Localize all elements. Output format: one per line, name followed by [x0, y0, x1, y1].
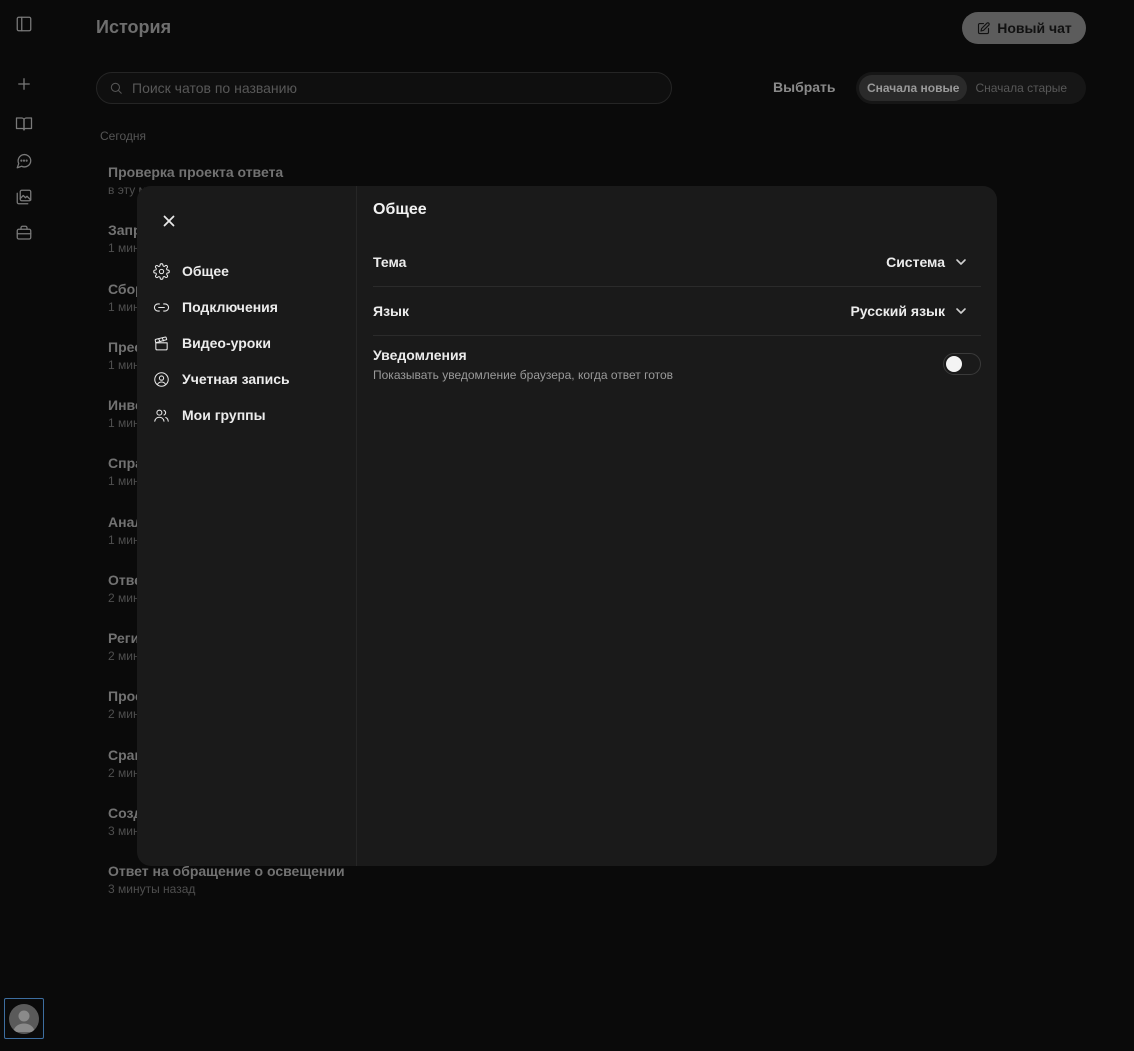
- history-item[interactable]: Ответ на обращение о освещении 3 минуты н…: [108, 863, 508, 896]
- gear-icon: [153, 262, 170, 280]
- select-button[interactable]: Выбрать: [773, 79, 836, 95]
- settings-nav-groups[interactable]: Мои группы: [153, 403, 266, 427]
- notifications-label: Уведомления: [373, 346, 467, 363]
- user-circle-icon: [154, 371, 169, 387]
- side-rail: [0, 0, 48, 1051]
- settings-nav-video-lessons[interactable]: Видео-уроки: [153, 331, 271, 355]
- section-label-today: Сегодня: [100, 129, 146, 143]
- page-title: История: [96, 17, 172, 37]
- settings-nav-label: Мои группы: [182, 407, 266, 423]
- divider: [373, 335, 981, 336]
- users-icon: [154, 409, 169, 422]
- toggle-sidebar-button[interactable]: [12, 12, 36, 36]
- close-icon: [163, 215, 175, 227]
- chevron-down-icon: [956, 308, 966, 314]
- settings-nav: Общее Подключения Видео-уроки Учетная за…: [137, 186, 357, 866]
- settings-nav-label: Учетная запись: [182, 371, 290, 387]
- new-chat-rail-button[interactable]: [12, 72, 36, 96]
- settings-nav-connections[interactable]: Подключения: [153, 295, 278, 319]
- message-icon: [16, 153, 32, 169]
- language-row: Язык Русский язык: [373, 299, 981, 323]
- theme-select[interactable]: Система: [886, 254, 981, 270]
- images-icon: [16, 189, 32, 205]
- notifications-toggle[interactable]: [943, 353, 981, 375]
- gallery-rail-button[interactable]: [12, 185, 36, 209]
- settings-section-title: Общее: [373, 201, 427, 218]
- avatar-button[interactable]: [4, 998, 44, 1039]
- theme-row: Тема Система: [373, 250, 981, 274]
- new-chat-button[interactable]: Новый чат: [962, 12, 1086, 44]
- theme-label: Тема: [373, 254, 407, 270]
- notifications-description: Показывать уведомление браузера, когда о…: [373, 367, 674, 382]
- notifications-row: Уведомления Показывать уведомление брауз…: [373, 344, 981, 384]
- link-icon: [153, 302, 170, 312]
- library-rail-button[interactable]: [12, 112, 36, 136]
- toggle-knob: [946, 356, 962, 372]
- briefcase-icon: [16, 225, 32, 240]
- user-avatar-icon: [13, 1010, 35, 1032]
- divider: [373, 286, 981, 287]
- settings-content: Общее Тема Система Язык Русский язык Уве…: [357, 186, 997, 866]
- sort-oldest-button[interactable]: Сначала старые: [967, 75, 1075, 101]
- settings-nav-label: Видео-уроки: [182, 335, 271, 351]
- avatar: [9, 1003, 39, 1034]
- language-value: Русский язык: [850, 303, 945, 319]
- history-item-time: 3 минуты назад: [108, 882, 196, 896]
- search-input[interactable]: [132, 80, 632, 96]
- sidebar-icon: [16, 16, 32, 32]
- settings-nav-general[interactable]: Общее: [153, 259, 229, 283]
- plus-icon: [18, 78, 30, 90]
- new-chat-label: Новый чат: [997, 20, 1072, 36]
- sort-newest-button[interactable]: Сначала новые: [859, 75, 968, 101]
- search-bar: [96, 72, 672, 104]
- notifications-text: Уведомления Показывать уведомление брауз…: [373, 347, 673, 382]
- language-label: Язык: [373, 303, 409, 319]
- close-button[interactable]: [160, 212, 178, 230]
- clapperboard-icon: [154, 336, 168, 350]
- history-item-title: Проверка проекта ответа: [108, 164, 284, 180]
- tools-rail-button[interactable]: [12, 221, 36, 245]
- chats-rail-button[interactable]: [12, 149, 36, 173]
- language-select[interactable]: Русский язык: [850, 303, 981, 319]
- settings-modal: Общее Подключения Видео-уроки Учетная за…: [137, 186, 997, 866]
- theme-value: Система: [886, 254, 945, 270]
- settings-nav-label: Подключения: [182, 299, 278, 315]
- book-open-icon: [15, 117, 33, 131]
- settings-nav-account[interactable]: Учетная запись: [153, 367, 290, 391]
- edit-icon: [978, 21, 990, 34]
- settings-nav-label: Общее: [182, 263, 229, 279]
- sort-toggle: Сначала новые Сначала старые: [856, 72, 1086, 104]
- chevron-down-icon: [956, 259, 966, 265]
- search-icon: [110, 82, 122, 94]
